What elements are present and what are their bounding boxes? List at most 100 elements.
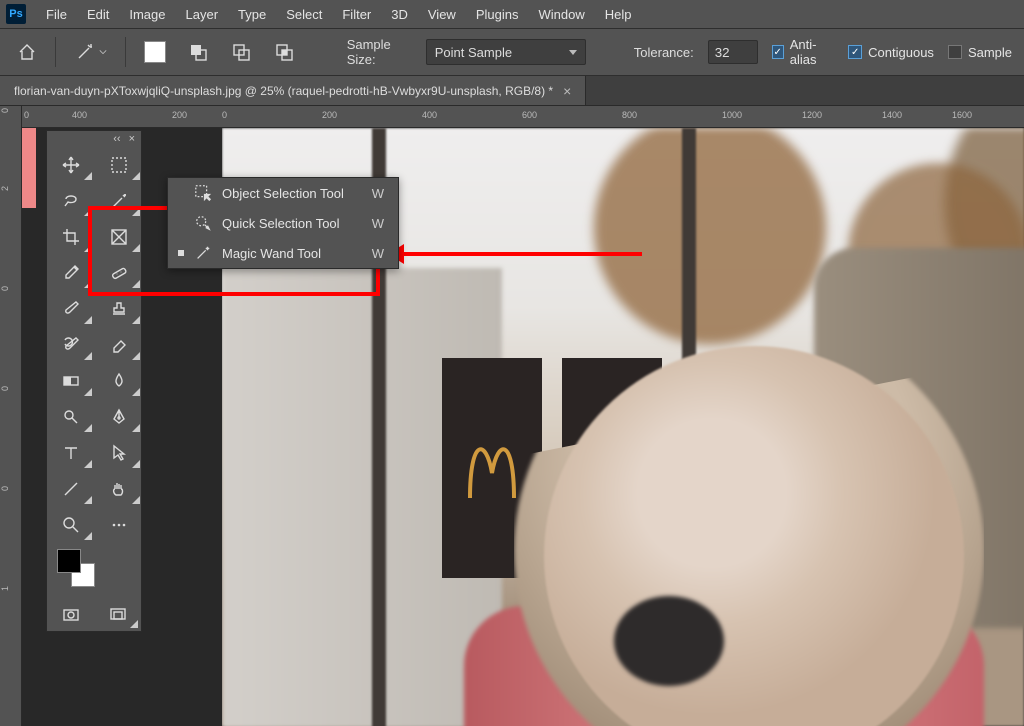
history-brush-tool[interactable] <box>47 327 95 363</box>
annotation-arrow <box>402 252 642 256</box>
horizontal-ruler[interactable]: 0 400 200 0 200 400 600 800 1000 1200 14… <box>22 106 1024 128</box>
ruler-tick: 400 <box>72 110 87 120</box>
blur-tool[interactable] <box>95 363 143 399</box>
close-icon[interactable]: × <box>563 83 571 99</box>
healing-tool[interactable] <box>95 255 143 291</box>
toolbox-header: ‹‹ × <box>47 131 141 147</box>
menu-edit[interactable]: Edit <box>79 3 117 26</box>
ruler-tick: 0 <box>24 110 29 120</box>
ruler-tick: 0 <box>0 386 21 391</box>
sample-all-checkbox[interactable]: ✓ Sample <box>948 45 1012 60</box>
flyout-item-quick-selection[interactable]: Quick Selection Tool W <box>168 208 398 238</box>
flyout-item-shortcut: W <box>372 186 384 201</box>
sample-all-label: Sample <box>968 45 1012 60</box>
screen-mode-button[interactable] <box>94 599 141 631</box>
quick-selection-icon <box>194 214 212 232</box>
frame-tool[interactable] <box>95 219 143 255</box>
menu-type[interactable]: Type <box>230 3 274 26</box>
ruler-tick: 1400 <box>882 110 902 120</box>
hand-tool[interactable] <box>95 471 143 507</box>
contiguous-label: Contiguous <box>868 45 934 60</box>
overlap-add-icon <box>188 42 208 62</box>
selection-new-button[interactable] <box>140 35 169 69</box>
quickmask-icon <box>61 605 81 625</box>
sample-size-select[interactable]: Point Sample <box>426 39 586 65</box>
menu-image[interactable]: Image <box>121 3 173 26</box>
pen-tool[interactable] <box>95 399 143 435</box>
flyout-item-magic-wand[interactable]: Magic Wand Tool W <box>168 238 398 268</box>
tolerance-label: Tolerance: <box>634 45 694 60</box>
selection-subtract-button[interactable] <box>226 35 255 69</box>
stamp-tool[interactable] <box>95 291 143 327</box>
ruler-tick: 1000 <box>722 110 742 120</box>
menu-plugins[interactable]: Plugins <box>468 3 527 26</box>
flyout-item-label: Object Selection Tool <box>222 186 362 201</box>
brush-icon <box>61 299 81 319</box>
canvas-area[interactable]: 0 400 200 0 200 400 600 800 1000 1200 14… <box>22 106 1024 726</box>
flyout-item-shortcut: W <box>372 246 384 261</box>
home-button[interactable] <box>12 35 41 69</box>
check-icon: ✓ <box>772 45 784 59</box>
menu-view[interactable]: View <box>420 3 464 26</box>
menu-window[interactable]: Window <box>530 3 592 26</box>
document-tab[interactable]: florian-van-duyn-pXToxwjqliQ-unsplash.jp… <box>0 76 586 105</box>
eyedropper-tool[interactable] <box>47 255 95 291</box>
eyedropper-icon <box>61 263 81 283</box>
options-bar: Sample Size: Point Sample Tolerance: ✓ A… <box>0 28 1024 76</box>
check-icon: ✓ <box>848 45 862 59</box>
square-icon <box>144 41 166 63</box>
collapse-icon[interactable]: ‹‹ <box>113 133 120 145</box>
stamp-icon <box>109 299 129 319</box>
move-tool[interactable] <box>47 147 95 183</box>
selection-add-button[interactable] <box>183 35 212 69</box>
screen-icon <box>108 605 128 625</box>
hand-icon <box>109 479 129 499</box>
gradient-tool[interactable] <box>47 363 95 399</box>
overlap-subtract-icon <box>231 42 251 62</box>
menu-file[interactable]: File <box>38 3 75 26</box>
path-select-tool[interactable] <box>95 435 143 471</box>
menu-select[interactable]: Select <box>278 3 330 26</box>
magic-wand-tool[interactable] <box>95 183 143 219</box>
close-icon[interactable]: × <box>129 133 135 145</box>
selection-intersect-button[interactable] <box>270 35 299 69</box>
active-dot-icon <box>178 250 184 256</box>
tool-preset-button[interactable] <box>70 35 111 69</box>
tool-flyout-menu: Object Selection Tool W Quick Selection … <box>167 177 399 269</box>
foreground-color-swatch[interactable] <box>57 549 81 573</box>
sample-size-label: Sample Size: <box>347 37 412 67</box>
contiguous-checkbox[interactable]: ✓ Contiguous <box>848 45 934 60</box>
menu-help[interactable]: Help <box>597 3 640 26</box>
tolerance-input[interactable] <box>708 40 758 64</box>
antialias-checkbox[interactable]: ✓ Anti-alias <box>772 37 834 67</box>
menu-3d[interactable]: 3D <box>383 3 416 26</box>
magic-wand-icon <box>109 191 129 211</box>
magic-wand-icon <box>194 244 212 262</box>
brush-tool[interactable] <box>47 291 95 327</box>
toolbox-panel[interactable]: ‹‹ × <box>46 130 142 632</box>
color-swatches[interactable] <box>47 543 141 599</box>
check-icon: ✓ <box>948 45 962 59</box>
quick-mask-button[interactable] <box>47 599 94 631</box>
ruler-tick: 400 <box>422 110 437 120</box>
ruler-tick: 1200 <box>802 110 822 120</box>
flyout-item-object-selection[interactable]: Object Selection Tool W <box>168 178 398 208</box>
vertical-ruler[interactable]: 0 2 0 0 0 1 <box>0 106 22 726</box>
menu-layer[interactable]: Layer <box>178 3 227 26</box>
eraser-tool[interactable] <box>95 327 143 363</box>
lasso-tool[interactable] <box>47 183 95 219</box>
type-icon <box>61 443 81 463</box>
line-tool[interactable] <box>47 471 95 507</box>
flyout-item-label: Quick Selection Tool <box>222 216 362 231</box>
crop-tool[interactable] <box>47 219 95 255</box>
dodge-tool[interactable] <box>47 399 95 435</box>
edit-toolbar-button[interactable] <box>95 507 143 543</box>
bandage-icon <box>109 263 129 283</box>
menu-filter[interactable]: Filter <box>334 3 379 26</box>
type-tool[interactable] <box>47 435 95 471</box>
marquee-tool[interactable] <box>95 147 143 183</box>
gradient-icon <box>61 371 81 391</box>
workspace: 0 2 0 0 0 1 0 400 200 0 200 400 600 800 … <box>0 106 1024 726</box>
lasso-icon <box>61 191 81 211</box>
zoom-tool[interactable] <box>47 507 95 543</box>
